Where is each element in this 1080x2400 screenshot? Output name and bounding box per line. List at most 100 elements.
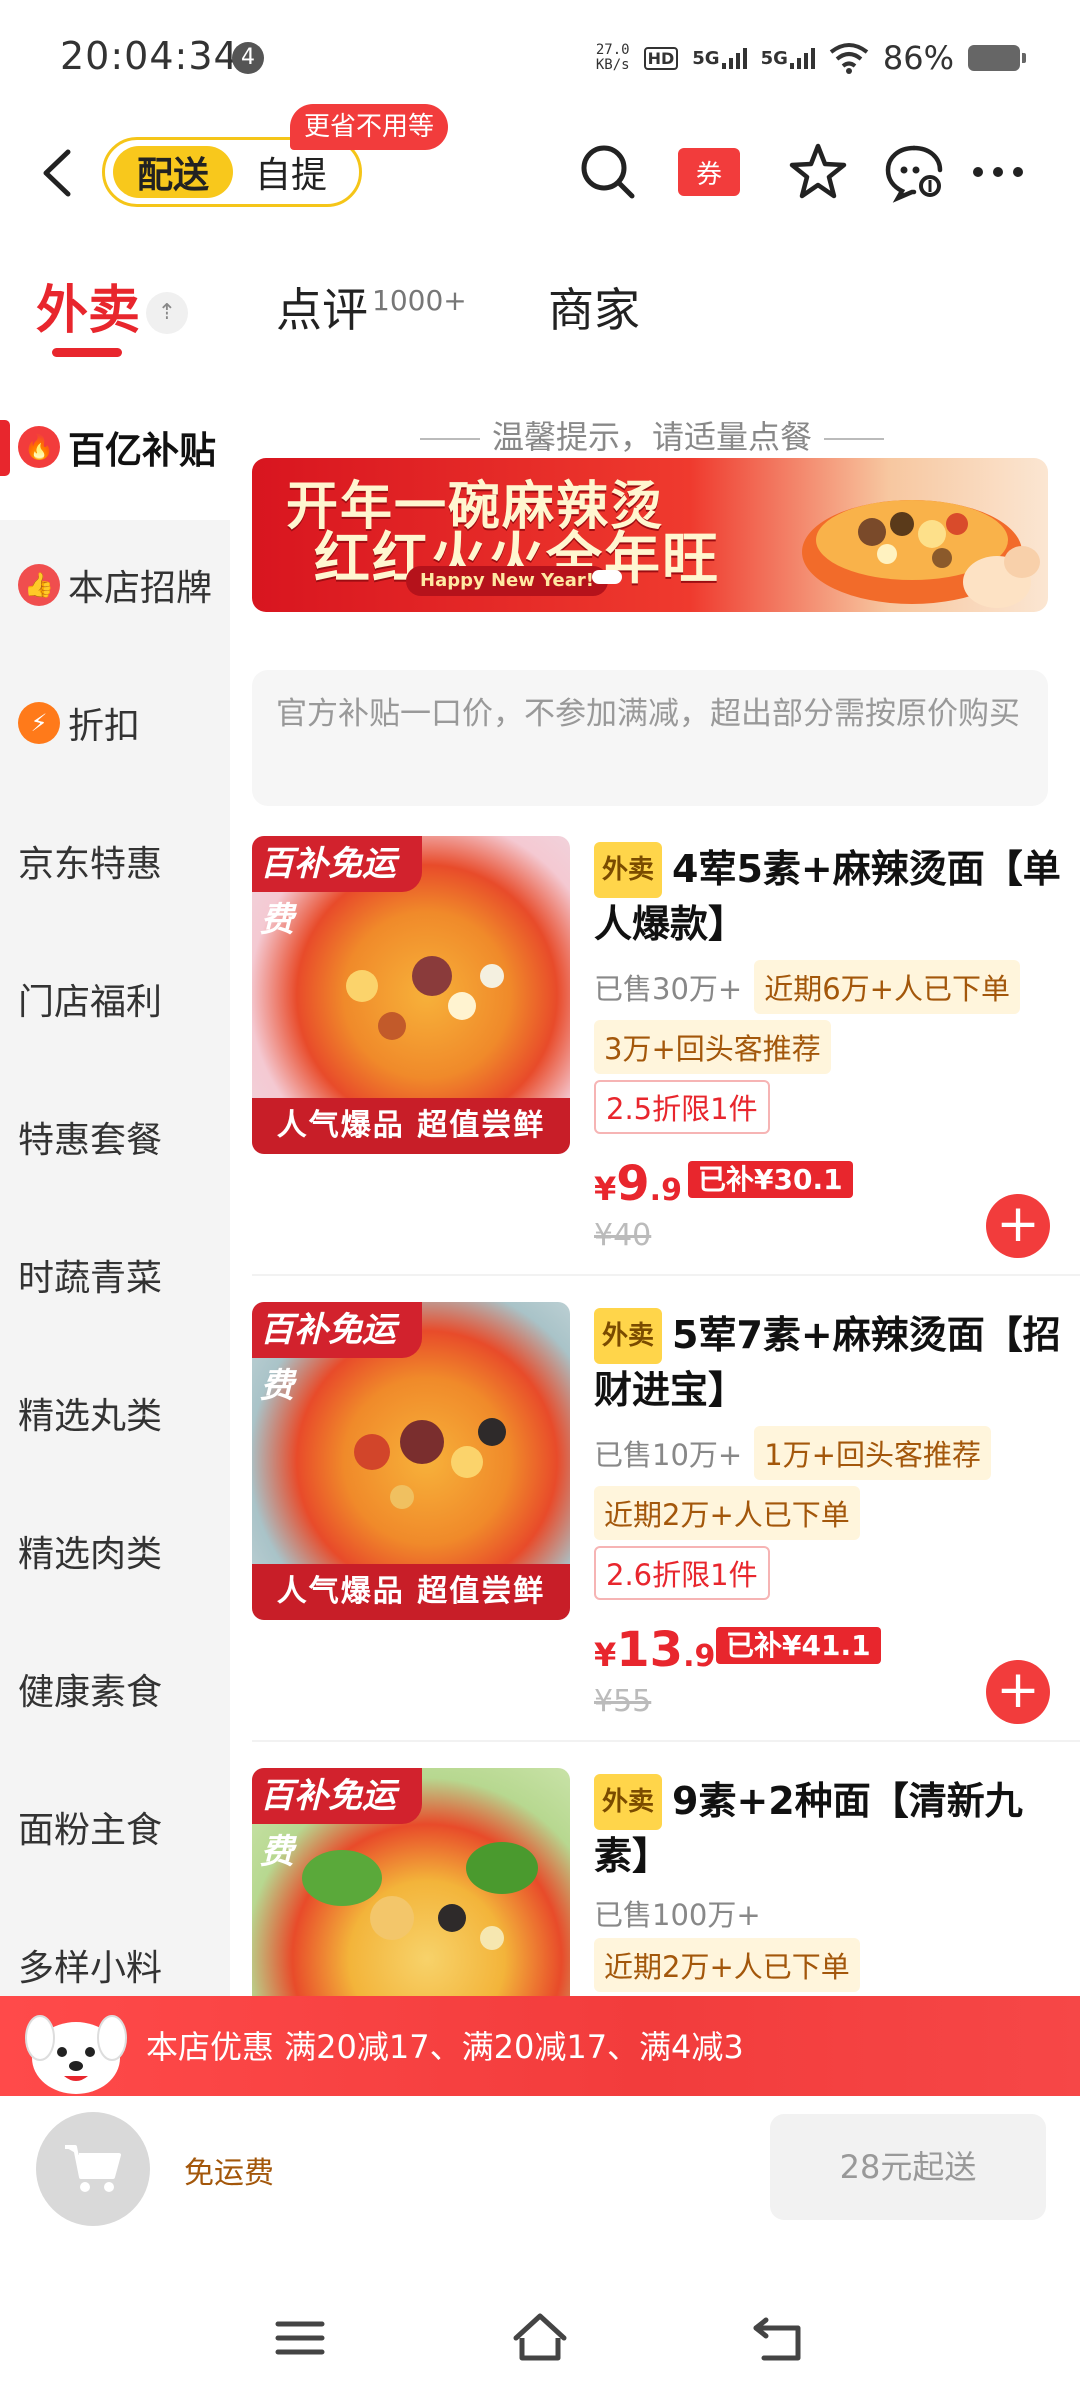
sidebar-item-jd-deals[interactable]: 京东特惠 xyxy=(0,792,230,930)
hd-indicator: HD xyxy=(643,46,679,70)
free-shipping-label: 免运费 xyxy=(184,2156,274,2191)
sidebar-item-label: 京东特惠 xyxy=(18,844,163,885)
portion-tip-text: 温馨提示，请适量点餐 xyxy=(491,418,812,456)
tab-reviews[interactable]: 点评 xyxy=(276,274,368,340)
sidebar-item-signature[interactable]: 👍 本店招牌 xyxy=(0,516,230,654)
customer-service-icon[interactable] xyxy=(882,140,946,204)
add-to-cart-button[interactable]: + xyxy=(986,1660,1050,1724)
collapse-up-icon[interactable]: ⇡ xyxy=(146,292,188,334)
product-title[interactable]: 外卖 9素+2种面【清新九素】 xyxy=(594,1774,1064,1882)
product-image[interactable]: 百补免运费 人气爆品 超值尝鲜 xyxy=(252,1302,570,1620)
product-stats-row-2: 近期2万+人已下单 xyxy=(594,1938,860,1992)
sidebar-item-noodles[interactable]: 面粉主食 xyxy=(0,1758,230,1896)
sidebar-item-label: 折扣 xyxy=(68,706,141,747)
favorite-star-icon[interactable] xyxy=(786,140,850,204)
cart-button[interactable] xyxy=(36,2112,150,2226)
recent-orders-pill: 近期2万+人已下单 xyxy=(594,1938,860,1992)
sidebar-item-balls[interactable]: 精选丸类 xyxy=(0,1344,230,1482)
discount-limit-badge: 2.6折限1件 xyxy=(594,1546,770,1600)
sidebar-item-combos[interactable]: 特惠套餐 xyxy=(0,1068,230,1206)
price-decimal: .9 xyxy=(649,1173,682,1208)
sidebar-item-label: 面粉主食 xyxy=(18,1810,163,1851)
menu-icon[interactable] xyxy=(270,2308,330,2368)
product-stats-row-2: 近期2万+人已下单 xyxy=(594,1486,860,1540)
hd-label: HD xyxy=(643,46,679,70)
sidebar-item-label: 特惠套餐 xyxy=(18,1120,163,1161)
product-price: ¥9.9 xyxy=(594,1156,682,1212)
network-speed-unit: KB/s xyxy=(595,57,630,73)
home-icon[interactable] xyxy=(510,2308,570,2368)
product-stats-row: 已售30万+ 近期6万+人已下单 xyxy=(594,960,1020,1014)
signal-sim1-icon: 5G xyxy=(692,47,747,69)
subsidy-badge: 已补¥41.1 xyxy=(716,1627,881,1664)
delivery-option[interactable]: 配送 xyxy=(113,146,233,198)
original-price: ¥40 xyxy=(594,1218,652,1253)
portion-tip: 温馨提示，请适量点餐 xyxy=(252,412,1052,458)
sidebar-item-label: 门店福利 xyxy=(18,982,163,1023)
back-arrow-icon[interactable] xyxy=(38,148,78,198)
hotpot-bowl-illustration xyxy=(802,500,1040,608)
shopping-cart-icon xyxy=(65,2145,121,2192)
product-image[interactable]: 百补免运费 人气爆品 超值尝鲜 xyxy=(252,836,570,1154)
status-time: 20:04:34 xyxy=(60,34,239,78)
subsidy-badge: 已补¥30.1 xyxy=(688,1161,853,1198)
pickup-promo-bubble: 更省不用等 xyxy=(290,104,449,150)
store-discount-bar[interactable]: 本店优惠 满20减17、满20减17、满4减3 xyxy=(0,1996,1080,2096)
sidebar-item-vegetarian[interactable]: 健康素食 xyxy=(0,1620,230,1758)
reviews-count: 1000+ xyxy=(372,284,467,317)
card-divider xyxy=(252,1740,1080,1742)
more-options-icon[interactable] xyxy=(966,140,1030,204)
wifi-icon xyxy=(829,43,869,74)
coupon-icon[interactable]: 券 xyxy=(678,148,740,196)
sidebar-item-subsidy[interactable]: 🔥 百亿补贴 xyxy=(0,378,230,516)
original-price: ¥55 xyxy=(594,1684,652,1719)
back-nav-icon[interactable] xyxy=(750,2308,810,2368)
image-ribbon-top: 百补免运费 xyxy=(252,836,422,940)
sidebar-item-vegetables[interactable]: 时蔬青菜 xyxy=(0,1206,230,1344)
product-card[interactable]: 百补免运费 人气爆品 超值尝鲜 外卖 5荤7素+麻辣烫面【招财进宝】 已售10万+… xyxy=(252,1302,1080,1768)
price-integer: 13 xyxy=(616,1622,684,1678)
price-currency: ¥ xyxy=(594,1170,617,1208)
product-price: ¥13.9 xyxy=(594,1622,715,1678)
banner-pill: Happy New Year! xyxy=(406,566,608,596)
repeat-customers-pill: 3万+回头客推荐 xyxy=(594,1020,831,1074)
subsidy-badge-wrap: 已补¥41.1 xyxy=(716,1624,881,1664)
battery-icon xyxy=(968,45,1026,71)
sidebar-item-meats[interactable]: 精选肉类 xyxy=(0,1482,230,1620)
store-discount-text: 本店优惠 满20减17、满20减17、满4减3 xyxy=(146,2028,744,2066)
product-card[interactable]: 百补免运费 外卖 9素+2种面【清新九素】 已售100万+ 近期2万+人已下单 xyxy=(252,1768,1080,1996)
sidebar-item-label: 时蔬青菜 xyxy=(18,1258,163,1299)
tab-takeout[interactable]: 外卖 xyxy=(36,268,140,343)
banner-page-indicator xyxy=(592,570,622,584)
image-ribbon-top: 百补免运费 xyxy=(252,1768,422,1872)
promo-banner[interactable]: 开年一碗麻辣烫 红红火火全年旺 Happy New Year! xyxy=(252,458,1048,612)
min-order-button[interactable]: 28元起送 xyxy=(770,2114,1046,2220)
product-image[interactable]: 百补免运费 xyxy=(252,1768,570,1996)
flame-icon: 🔥 xyxy=(18,426,60,468)
tab-merchant[interactable]: 商家 xyxy=(548,274,640,340)
sidebar-item-discount[interactable]: ⚡ 折扣 xyxy=(0,654,230,792)
subsidy-badge-wrap: 已补¥30.1 xyxy=(688,1158,853,1198)
add-to-cart-button[interactable]: + xyxy=(986,1194,1050,1258)
product-title[interactable]: 外卖 5荤7素+麻辣烫面【招财进宝】 xyxy=(594,1308,1064,1416)
product-stats-row: 已售10万+ 1万+回头客推荐 xyxy=(594,1426,991,1480)
search-icon[interactable] xyxy=(576,140,640,204)
sidebar-item-label: 多样小料 xyxy=(18,1948,163,1989)
sold-count: 已售30万+ xyxy=(594,972,743,1006)
discount-limit-badge: 2.5折限1件 xyxy=(594,1080,770,1134)
image-ribbon-top: 百补免运费 xyxy=(252,1302,422,1406)
coupon-label: 券 xyxy=(695,159,722,190)
pickup-option[interactable]: 自提 xyxy=(255,146,327,198)
sidebar-item-store-benefits[interactable]: 门店福利 xyxy=(0,930,230,1068)
product-title[interactable]: 外卖 4荤5素+麻辣烫面【单人爆款】 xyxy=(594,842,1064,950)
product-stats-row: 已售100万+ xyxy=(594,1892,761,1934)
takeout-tag: 外卖 xyxy=(594,1308,663,1364)
signal-sim2-icon: 5G xyxy=(761,47,815,69)
sim2-label: 5G xyxy=(760,48,788,69)
product-card[interactable]: 百补免运费 人气爆品 超值尝鲜 外卖 4荤5素+麻辣烫面【单人爆款】 已售30万+… xyxy=(252,836,1080,1302)
sold-count: 已售100万+ xyxy=(594,1898,761,1932)
product-stats-row-2: 3万+回头客推荐 xyxy=(594,1020,831,1074)
network-speed: 27.0 KB/s xyxy=(596,43,630,73)
subsidy-notice: 官方补贴一口价，不参加满减，超出部分需按原价购买 xyxy=(252,670,1048,806)
sidebar-item-label: 精选丸类 xyxy=(18,1396,163,1437)
